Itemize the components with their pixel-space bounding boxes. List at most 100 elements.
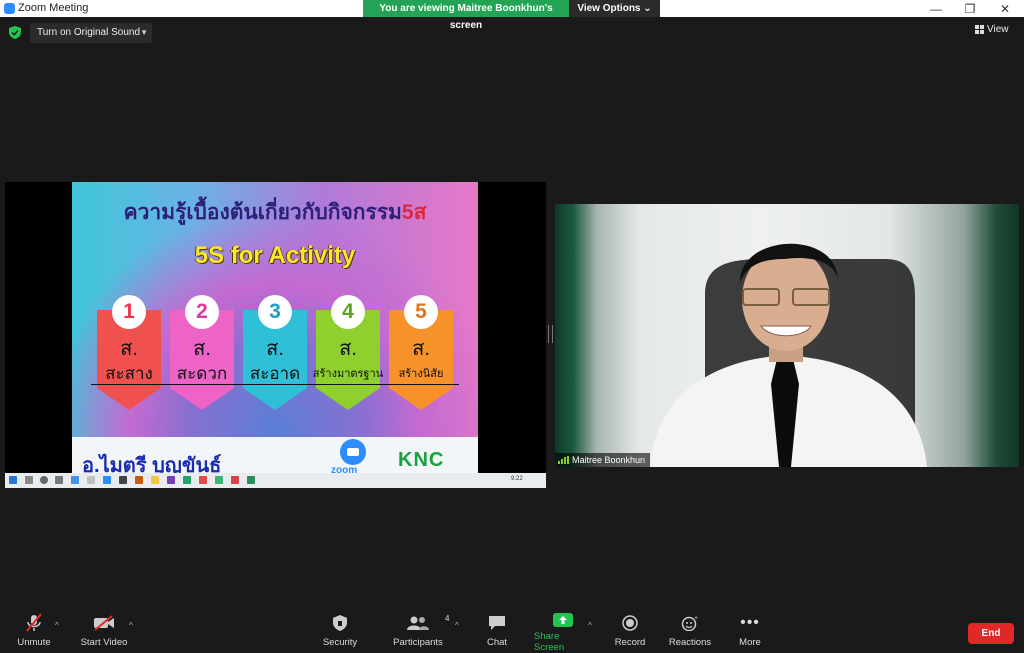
window-title: Zoom Meeting — [18, 2, 89, 14]
original-sound-button[interactable]: Turn on Original Sound ▼ — [30, 23, 152, 43]
taskbar-app-icon — [231, 476, 239, 484]
taskbar-app-icon — [135, 476, 143, 484]
taskbar-app-icon — [199, 476, 207, 484]
chevron-down-icon: ⌄ — [643, 3, 652, 14]
five-s-card-3: 3 ส. สะอาด — [237, 295, 313, 410]
view-options-button[interactable]: View Options ⌄ — [569, 0, 660, 17]
view-label: View — [987, 23, 1009, 35]
participant-name-tag: Maitree Boonkhun — [555, 453, 651, 467]
meeting-toolbar: Unmute ^ Start Video ^ Security 4 Partic… — [0, 610, 1024, 653]
taskbar-app-icon — [119, 476, 127, 484]
task-view-icon — [55, 476, 63, 484]
card-word: สร้างมาตรฐาน — [310, 364, 386, 385]
record-icon — [622, 615, 638, 631]
view-options-label: View Options — [577, 3, 641, 14]
unmute-button[interactable]: Unmute — [14, 610, 54, 653]
participant-video — [650, 243, 927, 467]
zoom-logo-icon — [340, 439, 366, 465]
card-so: ส. — [120, 338, 138, 360]
five-s-card-1: 1 ส. สะสาง — [91, 295, 167, 410]
grid-icon — [975, 24, 984, 34]
restore-icon: ❐ — [964, 1, 976, 16]
chat-button[interactable]: Chat — [482, 610, 512, 653]
five-s-card-4: 4 ส. สร้างมาตรฐาน — [310, 295, 386, 410]
chevron-up-icon[interactable]: ^ — [588, 621, 592, 630]
card-number: 3 — [258, 295, 292, 329]
security-shield-icon — [333, 615, 347, 631]
card-word: สร้างนิสัย — [383, 364, 459, 385]
slide-title: ความรู้เบื้องต้นเกี่ยวกับกิจกรรม5ส — [72, 196, 478, 229]
security-button[interactable]: Security — [320, 610, 360, 653]
close-button[interactable]: ✕ — [988, 0, 1022, 17]
microphone-muted-icon — [26, 613, 42, 632]
svg-text:+: + — [694, 615, 698, 622]
record-label: Record — [614, 637, 646, 648]
zoom-app-icon — [4, 3, 15, 14]
chevron-up-icon[interactable]: ^ — [129, 621, 133, 630]
taskbar-app-icon — [87, 476, 95, 484]
card-number: 5 — [404, 295, 438, 329]
taskbar-app-icon — [151, 476, 159, 484]
participants-count: 4 — [445, 614, 450, 623]
encryption-shield-icon[interactable] — [9, 26, 21, 39]
card-word: สะดวก — [164, 364, 240, 385]
more-dots-icon: ••• — [740, 614, 760, 631]
record-button[interactable]: Record — [612, 610, 648, 653]
card-word: สะสาง — [91, 364, 167, 385]
taskbar-app-icon — [247, 476, 255, 484]
chevron-up-icon[interactable]: ^ — [455, 621, 459, 630]
taskbar-app-icon — [167, 476, 175, 484]
more-button[interactable]: ••• More — [735, 610, 765, 653]
taskbar-app-icon — [183, 476, 191, 484]
card-so: ส. — [266, 338, 284, 360]
card-number: 4 — [331, 295, 365, 329]
five-s-card-5: 5 ส. สร้างนิสัย — [383, 295, 459, 410]
slide-subtitle: 5S for Activity — [194, 242, 356, 269]
chevron-down-icon[interactable]: ▼ — [140, 23, 148, 43]
share-screen-label: Share Screen — [534, 631, 565, 653]
participants-icon — [407, 616, 429, 630]
card-so: ส. — [193, 338, 211, 360]
share-screen-button[interactable]: Share Screen — [534, 610, 592, 653]
windows-start-icon — [9, 476, 17, 484]
minimize-button[interactable]: — — [919, 0, 953, 17]
share-banner: You are viewing Maitree Boonkhun's scree… — [363, 0, 660, 31]
knc-logo: KNC — [398, 449, 445, 471]
unmute-label: Unmute — [17, 637, 51, 648]
reactions-button[interactable]: + Reactions — [668, 610, 712, 653]
slide-title-text: ความรู้เบื้องต้นเกี่ยวกับกิจกรรม — [123, 201, 402, 224]
splitter-handle[interactable] — [548, 325, 553, 343]
search-icon — [25, 476, 33, 484]
chat-label: Chat — [486, 637, 508, 648]
card-word: สะอาด — [237, 364, 313, 385]
slide-author: อ.ไมตรี บุญขันธ์ — [82, 455, 222, 473]
participants-button[interactable]: 4 Participants — [392, 610, 449, 653]
card-so: ส. — [339, 338, 357, 360]
chat-bubble-icon — [489, 616, 505, 630]
shared-screen[interactable]: ความรู้เบื้องต้นเกี่ยวกับกิจกรรม5ส 5S fo… — [5, 182, 546, 488]
smiley-icon: + — [681, 615, 698, 631]
start-video-button[interactable]: Start Video — [78, 610, 130, 653]
restore-button[interactable]: ❐ — [953, 0, 987, 17]
security-label: Security — [322, 637, 358, 648]
card-number: 2 — [185, 295, 219, 329]
video-camera-off-icon — [94, 615, 114, 631]
share-screen-icon — [553, 613, 573, 627]
five-s-card-2: 2 ส. สะดวก — [164, 295, 240, 410]
taskbar-app-icon — [103, 476, 111, 484]
minimize-icon: — — [930, 1, 942, 16]
zoom-logo-text: zoom — [331, 465, 358, 473]
card-number: 1 — [112, 295, 146, 329]
taskbar-app-icon — [215, 476, 223, 484]
end-meeting-button[interactable]: End — [968, 623, 1014, 644]
view-button[interactable]: View — [975, 22, 1019, 36]
viewing-screen-label: You are viewing Maitree Boonkhun's scree… — [363, 0, 569, 31]
reactions-label: Reactions — [668, 637, 712, 648]
original-sound-label: Turn on Original Sound — [37, 27, 141, 38]
chevron-up-icon[interactable]: ^ — [55, 621, 59, 630]
participant-video-tile[interactable]: Maitree Boonkhun — [555, 204, 1019, 467]
participant-name: Maitree Boonkhun — [572, 455, 646, 465]
close-icon: ✕ — [999, 1, 1011, 16]
taskbar-clock: 9:22 — [511, 476, 523, 482]
cortana-icon — [40, 476, 48, 484]
